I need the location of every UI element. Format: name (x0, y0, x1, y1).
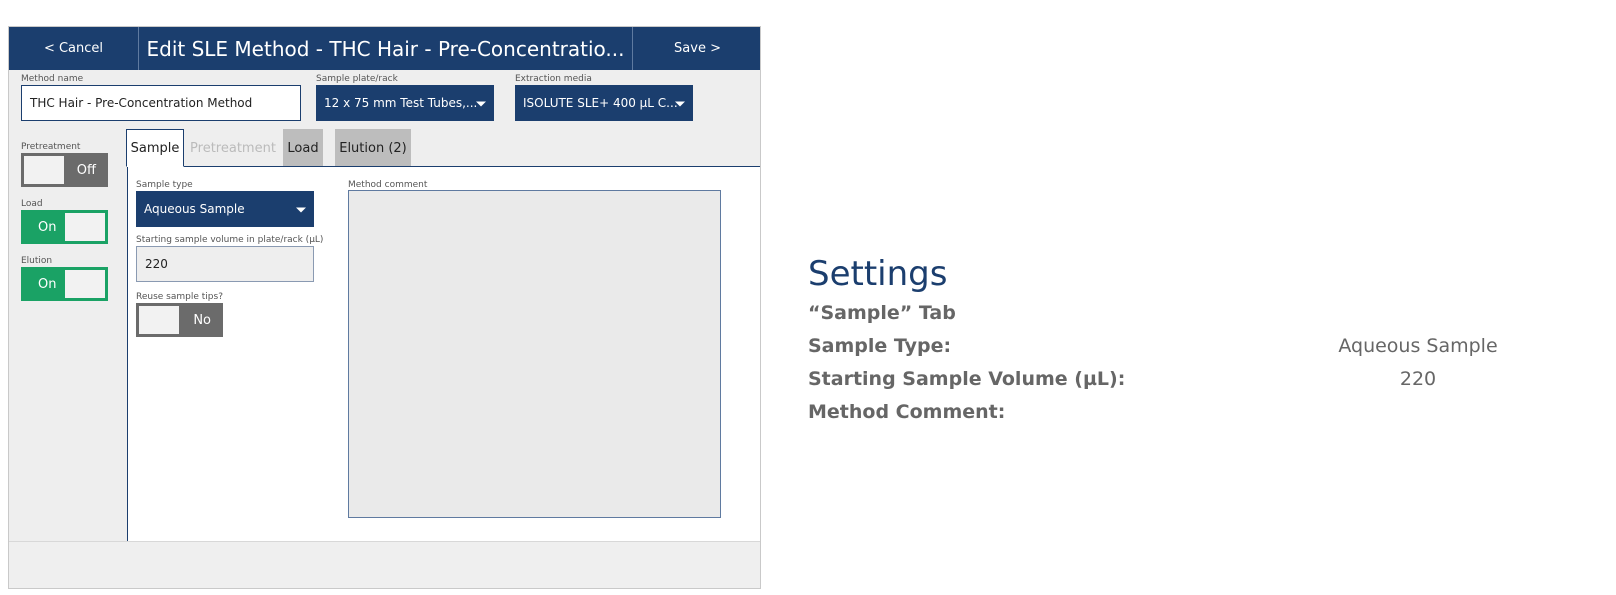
tab-elution[interactable]: Elution (2) (335, 129, 411, 167)
sample-plate-dropdown[interactable]: 12 x 75 mm Test Tubes,... (316, 85, 494, 121)
bottom-bar (9, 541, 760, 588)
reuse-tips-state: No (193, 312, 211, 328)
settings-tab-heading: “Sample” Tab (808, 302, 956, 324)
load-toggle-state: On (38, 219, 57, 235)
reuse-tips-label: Reuse sample tips? (136, 292, 223, 302)
top-bar: < Cancel Edit SLE Method - THC Hair - Pr… (9, 27, 760, 70)
sample-plate-value: 12 x 75 mm Test Tubes,... (324, 96, 478, 110)
starting-volume-label: Starting sample volume in plate/rack (µL… (136, 235, 324, 245)
toggle-knob (65, 270, 105, 298)
pretreatment-toggle[interactable]: Off (21, 153, 108, 187)
method-name-label: Method name (21, 74, 84, 84)
method-comment-label: Method comment (348, 180, 428, 190)
sample-type-dropdown[interactable]: Aqueous Sample (136, 191, 314, 227)
elution-toggle-state: On (38, 276, 57, 292)
tab-sample[interactable]: Sample (126, 129, 184, 167)
load-toggle-label: Load (21, 199, 43, 209)
extraction-media-value: ISOLUTE SLE+ 400 µL C... (523, 96, 678, 110)
method-comment-textarea[interactable] (348, 190, 721, 518)
chevron-down-icon (675, 101, 685, 107)
save-button[interactable]: Save > (632, 27, 760, 70)
load-toggle[interactable]: On (21, 210, 108, 244)
elution-toggle[interactable]: On (21, 267, 108, 301)
tab-load[interactable]: Load (283, 129, 323, 167)
sample-type-value: Aqueous Sample (144, 202, 245, 216)
chevron-down-icon (476, 101, 486, 107)
pretreatment-toggle-label: Pretreatment (21, 142, 81, 152)
settings-row-label: Method Comment: (808, 401, 1006, 423)
toggle-knob (139, 306, 179, 334)
settings-row-label: Starting Sample Volume (µL): (808, 368, 1126, 390)
settings-row-label: Sample Type: (808, 335, 952, 357)
chevron-down-icon (296, 207, 306, 213)
reuse-tips-toggle[interactable]: No (136, 303, 223, 337)
toggle-knob (24, 156, 64, 184)
method-name-input[interactable]: THC Hair - Pre-Concentration Method (21, 85, 301, 121)
cancel-button[interactable]: < Cancel (9, 27, 139, 70)
tab-divider (127, 166, 760, 167)
settings-row-value: 220 (1399, 368, 1437, 390)
starting-volume-input[interactable]: 220 (136, 246, 314, 282)
extraction-media-dropdown[interactable]: ISOLUTE SLE+ 400 µL C... (515, 85, 693, 121)
sample-plate-label: Sample plate/rack (316, 74, 398, 84)
elution-toggle-label: Elution (21, 256, 53, 266)
settings-title: Settings (808, 254, 948, 294)
extraction-media-label: Extraction media (515, 74, 592, 84)
app-window: < Cancel Edit SLE Method - THC Hair - Pr… (8, 26, 761, 589)
page-title: Edit SLE Method - THC Hair - Pre-Concent… (146, 36, 625, 61)
sample-type-label: Sample type (136, 180, 193, 190)
tab-pretreatment[interactable]: Pretreatment (184, 129, 282, 167)
settings-row-value: Aqueous Sample (1338, 335, 1498, 357)
toggle-knob (65, 213, 105, 241)
pretreatment-toggle-state: Off (76, 162, 96, 178)
